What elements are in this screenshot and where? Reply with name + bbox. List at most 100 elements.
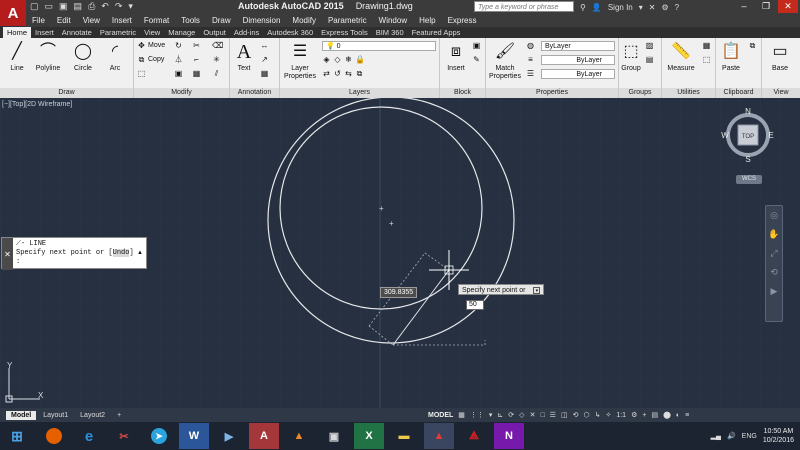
viewcube-top[interactable]: TOP: [742, 134, 754, 140]
tab-home[interactable]: Home: [3, 27, 32, 38]
tab-layout2[interactable]: Layout2: [75, 411, 110, 420]
polyline-button[interactable]: ⌒ Polyline: [30, 41, 66, 73]
dimension-button[interactable]: ↔: [260, 41, 269, 50]
menu-dimension[interactable]: Dimension: [243, 16, 281, 25]
view-panel-title[interactable]: View: [762, 88, 800, 98]
lineweight-toggle-icon[interactable]: ☰: [550, 411, 556, 419]
groups-panel-title[interactable]: Groups: [619, 88, 661, 98]
text-button[interactable]: A Text: [230, 41, 258, 73]
open-file-icon[interactable]: ▭: [45, 1, 54, 13]
add-layout-button[interactable]: +: [112, 411, 126, 420]
save-as-icon[interactable]: ▤: [74, 1, 83, 13]
firefox-icon[interactable]: [39, 423, 69, 449]
autocad-taskbar-icon[interactable]: ▲: [424, 423, 454, 449]
menu-edit[interactable]: Edit: [57, 16, 71, 25]
dynamic-ucs-icon[interactable]: ↳: [595, 411, 601, 419]
tab-parametric[interactable]: Parametric: [96, 27, 140, 38]
volume-icon[interactable]: 🔊: [727, 432, 736, 440]
insert-block-button[interactable]: ⧈ Insert: [442, 41, 470, 73]
redo-icon[interactable]: ↷: [115, 1, 123, 13]
viewport-controls[interactable]: [−][Top][2D Wireframe]: [2, 101, 72, 108]
orbit-icon[interactable]: ⟲: [766, 267, 782, 278]
exchange-icon[interactable]: ✕: [649, 3, 656, 12]
paste-button[interactable]: 📋 Paste: [716, 41, 746, 73]
tab-view[interactable]: View: [140, 27, 164, 38]
windows-start-icon[interactable]: ⊞: [0, 423, 34, 449]
lineweight-button[interactable]: ☰: [526, 69, 535, 78]
create-block-button[interactable]: ▣: [472, 41, 481, 50]
draw-panel-title[interactable]: Draw: [0, 88, 133, 98]
mirror-button[interactable]: ⏃: [174, 55, 183, 64]
viewcube-east[interactable]: E: [768, 131, 773, 140]
viewcube-south[interactable]: S: [745, 155, 750, 164]
layer-tools-row-1[interactable]: ◈ ◇ ❄ 🔒: [322, 55, 365, 64]
menu-help[interactable]: Help: [419, 16, 435, 25]
isolate-objects-icon[interactable]: ⬤: [663, 411, 671, 419]
layer-properties-button[interactable]: ☰ Layer Properties: [280, 41, 320, 81]
menu-parametric[interactable]: Parametric: [328, 16, 367, 25]
linetype-button[interactable]: ≡: [526, 55, 535, 64]
annotation-visibility-icon[interactable]: ✧: [605, 411, 611, 419]
move-button[interactable]: ✥ Move: [137, 41, 165, 50]
tab-annotate[interactable]: Annotate: [58, 27, 96, 38]
vlc-player-icon[interactable]: ▲: [284, 423, 314, 449]
steering-wheel-icon[interactable]: ◎: [766, 210, 782, 221]
ungroup-button[interactable]: ▨: [645, 41, 654, 50]
arc-button[interactable]: ◜ Arc: [98, 41, 132, 73]
menu-window[interactable]: Window: [379, 16, 407, 25]
layer-dropdown[interactable]: 💡 0: [322, 41, 436, 51]
excel-icon[interactable]: X: [354, 423, 384, 449]
linetype-dropdown[interactable]: ByLayer: [541, 55, 615, 65]
telegram-icon[interactable]: ➤: [144, 423, 174, 449]
onenote-icon[interactable]: N: [494, 423, 524, 449]
grid-icon[interactable]: ▦: [458, 411, 465, 419]
search-input[interactable]: Type a keyword or phrase: [474, 1, 574, 12]
group-edit-button[interactable]: ▤: [645, 55, 654, 64]
help-icon[interactable]: ?: [675, 3, 679, 12]
undo-option[interactable]: Undo: [112, 249, 130, 257]
selection-cycling-icon[interactable]: ⟲: [573, 411, 579, 419]
menu-view[interactable]: View: [83, 16, 100, 25]
ortho-icon[interactable]: ⊾: [497, 411, 503, 419]
snipping-tool-icon[interactable]: ✂: [109, 423, 139, 449]
leader-button[interactable]: ↗: [260, 55, 269, 64]
paint-icon[interactable]: ▣: [319, 423, 349, 449]
menu-format[interactable]: Format: [144, 16, 169, 25]
clock[interactable]: 10:50 AM 10/2/2016: [763, 427, 794, 445]
units-icon[interactable]: ▤: [651, 411, 658, 419]
copy-button[interactable]: ⧉ Copy: [137, 55, 165, 64]
utilities-panel-title[interactable]: Utilities: [662, 88, 715, 98]
annotation-panel-title[interactable]: Annotation: [230, 88, 279, 98]
annotation-monitor-icon[interactable]: +: [642, 412, 646, 419]
file-explorer-icon[interactable]: ▬: [389, 423, 419, 449]
trim-button[interactable]: ✂: [192, 41, 201, 50]
edit-block-button[interactable]: ✎: [472, 55, 481, 64]
table-button[interactable]: ▦: [260, 69, 269, 78]
base-view-button[interactable]: ▭ Base: [764, 41, 796, 73]
snap-icon[interactable]: ⋮⋮: [470, 411, 484, 419]
menu-insert[interactable]: Insert: [112, 16, 132, 25]
modify-panel-title[interactable]: Modify: [134, 88, 229, 98]
chevron-down-icon[interactable]: ▾: [639, 3, 643, 12]
acrobat-icon[interactable]: ⟁: [459, 423, 489, 449]
dynamic-input-field[interactable]: 50: [466, 300, 484, 310]
quick-calc-button[interactable]: ▦: [702, 41, 711, 50]
erase-button[interactable]: ⌫: [212, 41, 223, 50]
restore-button[interactable]: ❐: [756, 0, 776, 13]
command-line-handle[interactable]: ✕: [2, 238, 13, 270]
menu-file[interactable]: File: [32, 16, 45, 25]
viewcube-west[interactable]: W: [721, 131, 729, 140]
binoculars-icon[interactable]: ⚲: [580, 3, 586, 12]
word-icon[interactable]: W: [179, 423, 209, 449]
new-file-icon[interactable]: ▢: [30, 1, 39, 13]
stretch-button[interactable]: ⬚: [137, 69, 146, 78]
3d-osnap-icon[interactable]: ⬡: [583, 411, 589, 419]
menu-tools[interactable]: Tools: [181, 16, 200, 25]
wcs-menu[interactable]: WCS: [736, 175, 762, 184]
save-icon[interactable]: ▣: [59, 1, 68, 13]
zoom-extents-icon[interactable]: ⤢: [766, 248, 782, 259]
tab-autodesk-360[interactable]: Autodesk 360: [263, 27, 317, 38]
workspace-gear-icon[interactable]: ⚙: [631, 411, 637, 419]
tab-manage[interactable]: Manage: [164, 27, 199, 38]
line-button[interactable]: ╱ Line: [0, 41, 34, 73]
